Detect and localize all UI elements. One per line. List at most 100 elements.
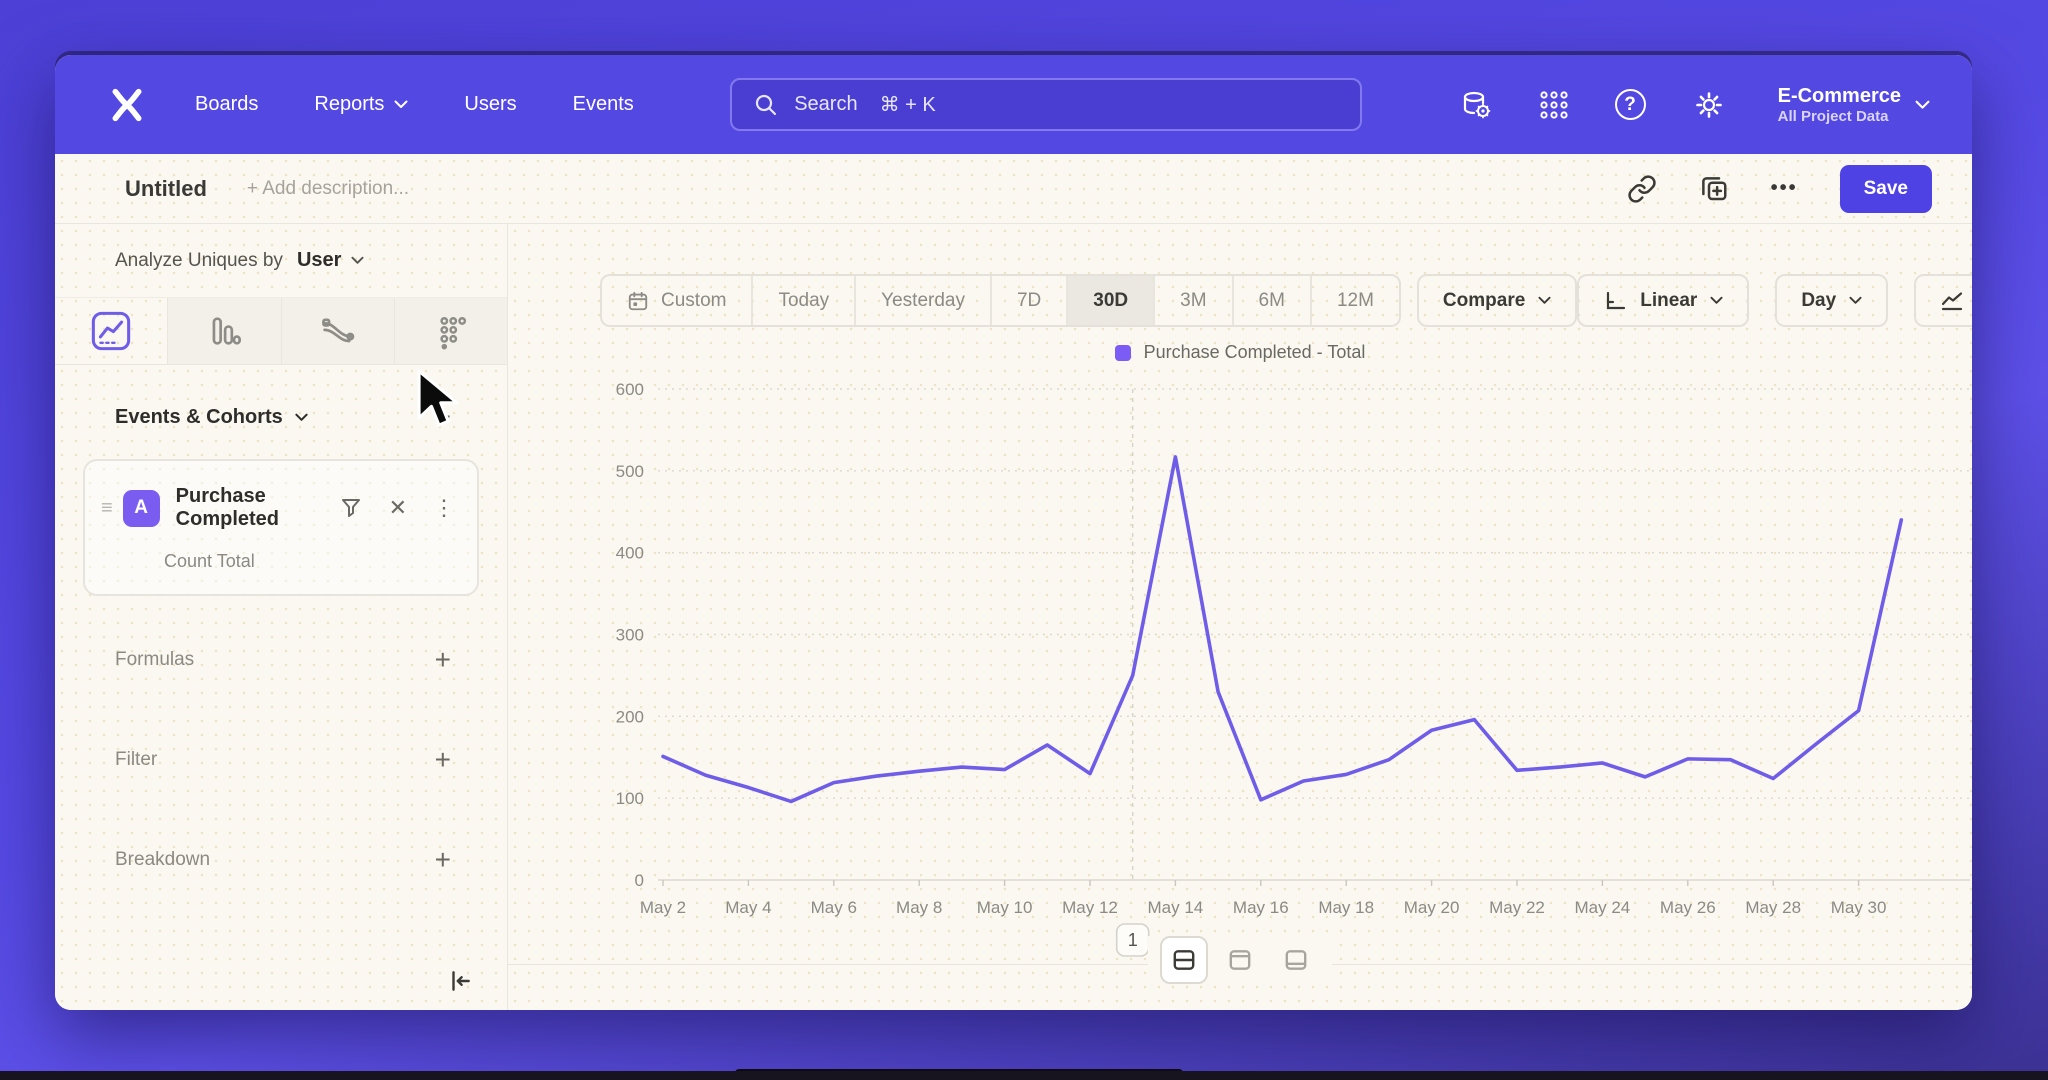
apps-grid-icon[interactable]: [1539, 90, 1569, 120]
compare-dropdown[interactable]: Compare: [1417, 274, 1577, 327]
sidebar-section-formulas: Formulas +: [115, 646, 451, 674]
nav-right: ? E-Commerce All Project Data: [1459, 84, 1930, 125]
visualization-tabs: [55, 297, 507, 365]
add-description-field[interactable]: + Add description...: [247, 178, 1627, 200]
title-actions: ••• Save: [1627, 165, 1932, 213]
bar-chart-tab-icon: [205, 312, 243, 350]
analyze-uniques-row: Analyze Uniques by User: [55, 224, 507, 297]
layout-split-rows-button[interactable]: [1160, 936, 1208, 984]
interval-label: Day: [1801, 290, 1836, 312]
report-title-bar: Untitled + Add description... ••• Save: [55, 154, 1972, 224]
section-label: Breakdown: [115, 849, 210, 871]
range-7d[interactable]: 7D: [992, 276, 1068, 325]
range-label: Yesterday: [881, 290, 965, 312]
share-link-icon[interactable]: [1627, 174, 1657, 204]
add-formula-button[interactable]: +: [435, 646, 451, 674]
tab-flows[interactable]: [282, 298, 395, 364]
nav-item-events[interactable]: Events: [573, 93, 634, 116]
search-area: Search ⌘ + K: [634, 78, 1459, 131]
analyze-value-dropdown[interactable]: User: [297, 249, 341, 272]
save-button[interactable]: Save: [1840, 165, 1932, 213]
help-glyph: ?: [1624, 94, 1636, 116]
chevron-down-icon: [351, 256, 364, 265]
events-cohorts-header: Events & Cohorts +: [115, 403, 451, 431]
nav-item-users[interactable]: Users: [464, 93, 516, 116]
range-label: 6M: [1259, 290, 1285, 312]
nav-item-label: Events: [573, 93, 634, 116]
nav-menu: Boards Reports Users Events: [195, 93, 634, 116]
event-name[interactable]: Purchase Completed: [176, 485, 339, 531]
legend-swatch: [1115, 345, 1131, 361]
svg-text:1: 1: [1128, 930, 1138, 950]
search-input[interactable]: Search ⌘ + K: [730, 78, 1362, 131]
svg-text:600: 600: [616, 380, 644, 399]
range-label: Custom: [661, 290, 726, 312]
calendar-icon: [627, 290, 649, 312]
chevron-down-icon: [1538, 296, 1551, 305]
analyze-label: Analyze Uniques by: [115, 250, 283, 272]
svg-text:May 30: May 30: [1831, 898, 1887, 917]
add-event-button[interactable]: +: [435, 403, 451, 431]
range-30d[interactable]: 30D: [1068, 276, 1155, 325]
svg-text:May 18: May 18: [1318, 898, 1374, 917]
flows-tab-icon: [319, 312, 357, 350]
filter-funnel-icon[interactable]: [339, 496, 363, 520]
event-metric[interactable]: Count Total: [164, 551, 455, 572]
event-card-purchase-completed[interactable]: ≡ A Purchase Completed ✕ ⋮ Count Total: [83, 459, 479, 596]
range-12m[interactable]: 12M: [1312, 276, 1399, 325]
chevron-down-icon: [1710, 296, 1723, 305]
range-yesterday[interactable]: Yesterday: [856, 276, 992, 325]
layout-table-only-button[interactable]: [1272, 936, 1320, 984]
chevron-down-icon: [394, 100, 408, 109]
chart-type-dropdown[interactable]: Line: [1914, 274, 1972, 327]
range-6m[interactable]: 6M: [1234, 276, 1312, 325]
interval-dropdown[interactable]: Day: [1775, 274, 1888, 327]
help-icon[interactable]: ?: [1615, 89, 1646, 120]
nav-item-boards[interactable]: Boards: [195, 93, 258, 116]
kebab-menu-icon[interactable]: ⋮: [433, 495, 455, 521]
line-chart-tab-icon: [91, 311, 131, 351]
scale-dropdown[interactable]: Linear: [1577, 274, 1749, 327]
settings-gear-icon[interactable]: [1692, 88, 1726, 122]
range-label: Today: [778, 290, 829, 312]
remove-event-icon[interactable]: ✕: [389, 495, 407, 521]
range-3m[interactable]: 3M: [1155, 276, 1233, 325]
range-today[interactable]: Today: [753, 276, 856, 325]
more-options-icon[interactable]: •••: [1771, 177, 1798, 200]
app-window: Boards Reports Users Events Search ⌘ + K: [55, 55, 1972, 1010]
legend-label: Purchase Completed - Total: [1144, 342, 1366, 363]
add-filter-button[interactable]: +: [435, 746, 451, 774]
layout-chart-only-button[interactable]: [1216, 936, 1264, 984]
tab-insights-line[interactable]: [55, 298, 168, 364]
data-management-icon[interactable]: [1459, 88, 1493, 122]
svg-text:May 26: May 26: [1660, 898, 1716, 917]
svg-text:200: 200: [616, 707, 644, 726]
layout-split-rows-icon: [1171, 947, 1197, 973]
top-nav: Boards Reports Users Events Search ⌘ + K: [55, 55, 1972, 154]
tab-retention[interactable]: [395, 298, 507, 364]
chart-svg[interactable]: 0100200300400500600May 2May 4May 6May 8M…: [508, 370, 1972, 970]
mixpanel-logo-icon[interactable]: [101, 79, 153, 131]
range-label: 3M: [1180, 290, 1206, 312]
svg-text:May 22: May 22: [1489, 898, 1545, 917]
svg-text:0: 0: [635, 871, 644, 890]
events-cohorts-title[interactable]: Events & Cohorts: [115, 406, 283, 429]
svg-text:100: 100: [616, 789, 644, 808]
svg-text:300: 300: [616, 626, 644, 645]
drag-handle-icon[interactable]: ≡: [101, 497, 113, 520]
layout-top-bar-icon: [1227, 947, 1253, 973]
range-custom[interactable]: Custom: [602, 276, 753, 325]
project-switcher[interactable]: E-Commerce All Project Data: [1778, 84, 1930, 125]
collapse-sidebar-icon[interactable]: [447, 968, 473, 994]
linear-axis-icon: [1603, 289, 1627, 313]
add-breakdown-button[interactable]: +: [435, 846, 451, 874]
tab-bar-chart[interactable]: [168, 298, 281, 364]
line-chart-icon: [1940, 289, 1964, 313]
range-label: 12M: [1337, 290, 1374, 312]
query-sidebar: Analyze Uniques by User: [55, 224, 508, 1010]
svg-text:May 24: May 24: [1575, 898, 1631, 917]
duplicate-icon[interactable]: [1699, 174, 1729, 204]
nav-item-reports[interactable]: Reports: [314, 93, 408, 116]
report-title[interactable]: Untitled: [125, 176, 207, 202]
layout-bottom-bar-icon: [1283, 947, 1309, 973]
